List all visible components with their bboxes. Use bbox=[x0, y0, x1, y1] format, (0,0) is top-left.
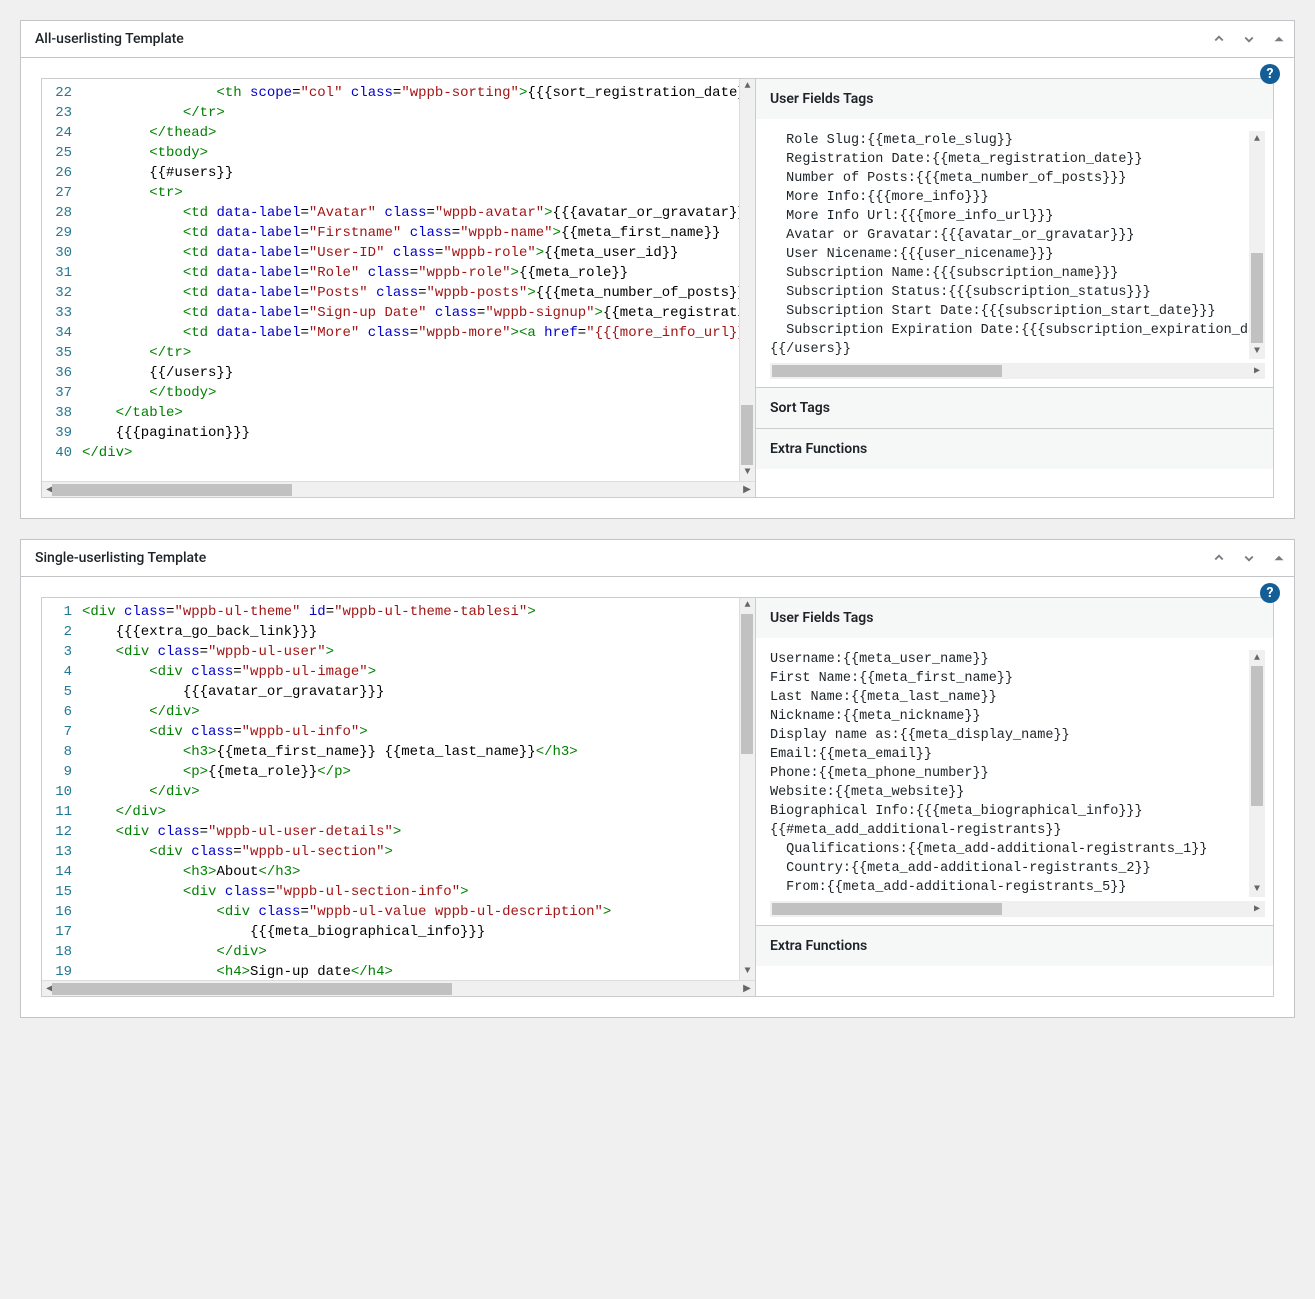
editor-container: 22232425262728293031323334353637383940 <… bbox=[41, 78, 1274, 498]
user-fields-tags-content[interactable]: Username:{{meta_user_name}} First Name:{… bbox=[756, 638, 1273, 925]
user-fields-tags-heading[interactable]: User Fields Tags bbox=[756, 79, 1273, 119]
horizontal-scrollbar[interactable]: ◀▶ bbox=[770, 901, 1265, 917]
panel-title: All-userlisting Template bbox=[21, 21, 1204, 57]
panel-body: ? 1234567891011121314151617181920 <div c… bbox=[21, 577, 1294, 1017]
move-down-button[interactable] bbox=[1234, 21, 1264, 57]
panel-actions bbox=[1204, 21, 1294, 57]
panel-body: ? 22232425262728293031323334353637383940… bbox=[21, 58, 1294, 518]
horizontal-scrollbar[interactable]: ◀▶ bbox=[42, 980, 755, 996]
chevron-down-icon bbox=[1240, 549, 1258, 567]
chevron-down-icon bbox=[1240, 30, 1258, 48]
extra-functions-heading[interactable]: Extra Functions bbox=[756, 926, 1273, 966]
panel-header: All-userlisting Template bbox=[21, 21, 1294, 58]
user-fields-tags-content[interactable]: Role Slug:{{meta_role_slug}} Registratio… bbox=[756, 119, 1273, 387]
code-lines[interactable]: <th scope="col" class="wppb-sorting">{{{… bbox=[78, 79, 739, 481]
move-down-button[interactable] bbox=[1234, 540, 1264, 576]
vertical-scrollbar[interactable]: ▲▼ bbox=[1249, 131, 1265, 359]
tags-panel: User Fields Tags Role Slug:{{meta_role_s… bbox=[756, 79, 1273, 497]
help-icon[interactable]: ? bbox=[1260, 64, 1280, 84]
editor-container: 1234567891011121314151617181920 <div cla… bbox=[41, 597, 1274, 997]
panel-title: Single-userlisting Template bbox=[21, 540, 1204, 576]
line-gutter: 1234567891011121314151617181920 bbox=[42, 598, 78, 980]
caret-up-icon bbox=[1270, 30, 1288, 48]
move-up-button[interactable] bbox=[1204, 21, 1234, 57]
line-gutter: 22232425262728293031323334353637383940 bbox=[42, 79, 78, 481]
panel-header: Single-userlisting Template bbox=[21, 540, 1294, 577]
vertical-scrollbar[interactable]: ▲▼ bbox=[739, 598, 755, 980]
help-icon[interactable]: ? bbox=[1260, 583, 1280, 603]
tags-panel: User Fields Tags Username:{{meta_user_na… bbox=[756, 598, 1273, 996]
code-lines[interactable]: <div class="wppb-ul-theme" id="wppb-ul-t… bbox=[78, 598, 739, 980]
single-userlisting-panel: Single-userlisting Template ? 1234567891… bbox=[20, 539, 1295, 1018]
caret-up-icon bbox=[1270, 549, 1288, 567]
horizontal-scrollbar[interactable]: ◀▶ bbox=[42, 481, 755, 497]
all-userlisting-panel: All-userlisting Template ? 2223242526272… bbox=[20, 20, 1295, 519]
code-editor[interactable]: 22232425262728293031323334353637383940 <… bbox=[42, 79, 756, 497]
chevron-up-icon bbox=[1210, 549, 1228, 567]
move-up-button[interactable] bbox=[1204, 540, 1234, 576]
vertical-scrollbar[interactable]: ▲▼ bbox=[739, 79, 755, 481]
toggle-button[interactable] bbox=[1264, 21, 1294, 57]
horizontal-scrollbar[interactable]: ◀▶ bbox=[770, 363, 1265, 379]
sort-tags-heading[interactable]: Sort Tags bbox=[756, 388, 1273, 428]
toggle-button[interactable] bbox=[1264, 540, 1294, 576]
chevron-up-icon bbox=[1210, 30, 1228, 48]
user-fields-tags-heading[interactable]: User Fields Tags bbox=[756, 598, 1273, 638]
panel-actions bbox=[1204, 540, 1294, 576]
extra-functions-heading[interactable]: Extra Functions bbox=[756, 429, 1273, 469]
code-editor[interactable]: 1234567891011121314151617181920 <div cla… bbox=[42, 598, 756, 996]
vertical-scrollbar[interactable]: ▲▼ bbox=[1249, 650, 1265, 897]
